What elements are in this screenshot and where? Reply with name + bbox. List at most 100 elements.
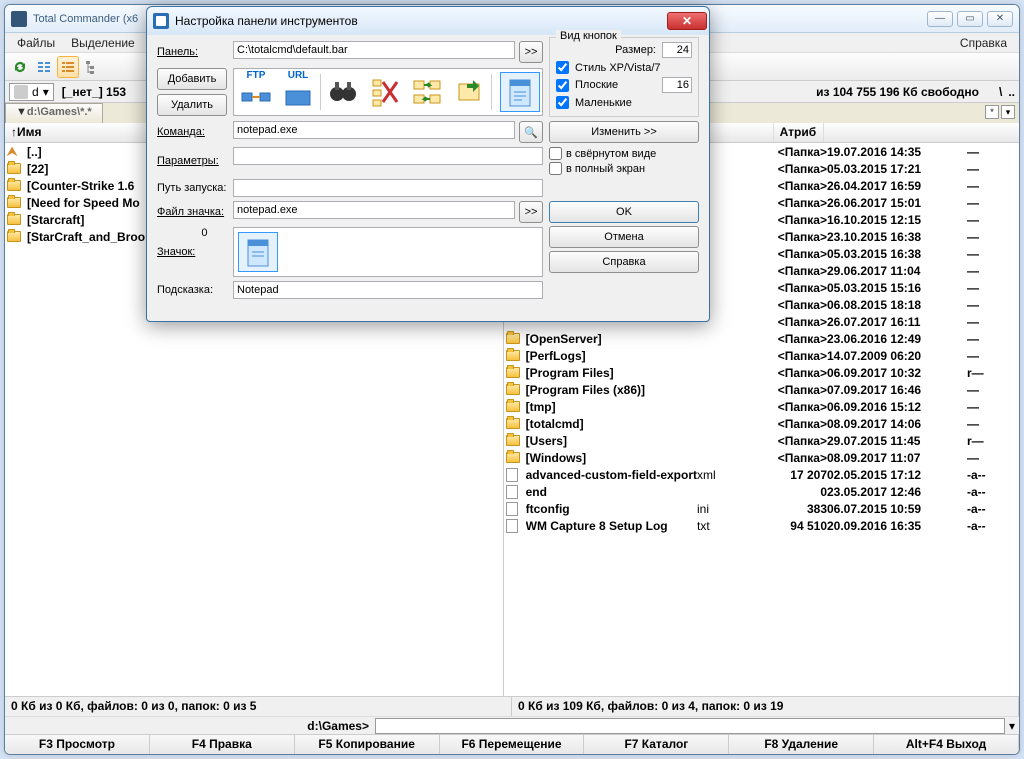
fkey-button[interactable]: F8 Удаление	[729, 735, 874, 754]
list-item[interactable]: [tmp]<Папка>06.09.2016 15:12—	[504, 398, 1019, 415]
menu-selection[interactable]: Выделение	[63, 34, 143, 52]
group-legend: Вид кнопок	[556, 30, 621, 42]
flat-size-input[interactable]	[662, 77, 692, 93]
change-button[interactable]: Изменить >>	[549, 121, 699, 143]
command-browse-button[interactable]: 🔍	[519, 121, 543, 143]
close-button[interactable]: ✕	[987, 11, 1013, 27]
list-item[interactable]: [PerfLogs]<Папка>14.07.2009 06:20—	[504, 347, 1019, 364]
notepad-icon[interactable]	[500, 72, 540, 112]
list-item[interactable]: [Users]<Папка>29.07.2015 11:45r—	[504, 432, 1019, 449]
command-input[interactable]	[233, 121, 515, 139]
list-item[interactable]: ftconfigini38306.07.2015 10:59-a--	[504, 500, 1019, 517]
list-item[interactable]: [OpenServer]<Папка>23.06.2016 12:49—	[504, 330, 1019, 347]
col-attr[interactable]: Атриб	[774, 123, 824, 142]
menu-help[interactable]: Справка	[952, 34, 1015, 52]
icon-preview-list[interactable]	[233, 227, 543, 277]
binoculars-icon[interactable]	[323, 72, 363, 112]
folder-icon	[7, 196, 23, 210]
list-item[interactable]: [Program Files (x86)]<Папка>07.09.2017 1…	[504, 381, 1019, 398]
list-item[interactable]: advanced-custom-field-exportxml17 20702.…	[504, 466, 1019, 483]
cmdline-input[interactable]	[375, 718, 1005, 734]
command-label: Команда:	[157, 126, 227, 138]
hint-input[interactable]	[233, 281, 543, 299]
size-label: Размер:	[615, 44, 656, 56]
drive-selector[interactable]: d ▾	[9, 83, 54, 101]
folder-icon	[506, 366, 522, 380]
list-item[interactable]: end023.05.2017 12:46-a--	[504, 483, 1019, 500]
style-xp-checkbox[interactable]	[556, 61, 569, 74]
params-input[interactable]	[233, 147, 543, 165]
minimize-button[interactable]: —	[927, 11, 953, 27]
status-right: 0 Кб из 109 Кб, файлов: 0 из 4, папок: 0…	[512, 697, 1019, 716]
fkey-button[interactable]: F3 Просмотр	[5, 735, 150, 754]
icon-label: Значок:	[157, 246, 195, 258]
fkey-button[interactable]: F5 Копирование	[295, 735, 440, 754]
brief-view-icon[interactable]	[33, 56, 55, 78]
iconfile-input[interactable]	[233, 201, 515, 219]
drive-icon	[14, 85, 28, 99]
iconfile-browse-button[interactable]: >>	[519, 201, 543, 223]
drive-path-root: \	[999, 85, 1002, 99]
tab-left[interactable]: ▼d:\Games\*.*	[5, 103, 103, 123]
add-button[interactable]: Добавить	[157, 68, 227, 90]
list-item[interactable]: [Windows]<Папка>08.09.2017 11:07—	[504, 449, 1019, 466]
fkey-button[interactable]: F4 Правка	[150, 735, 295, 754]
toolbar-preview[interactable]: FTP URL	[233, 68, 543, 116]
save-icon	[153, 13, 169, 29]
folder-icon	[506, 349, 522, 363]
list-item[interactable]: WM Capture 8 Setup Logtxt94 51020.09.201…	[504, 517, 1019, 534]
tree-icon[interactable]	[81, 56, 103, 78]
fullscreen-checkbox[interactable]	[549, 162, 562, 175]
dialog-titlebar: Настройка панели инструментов ✕	[147, 7, 709, 35]
size-input[interactable]	[662, 42, 692, 58]
refresh-icon[interactable]	[9, 56, 31, 78]
sync-dirs-icon[interactable]	[407, 72, 447, 112]
status-bar: 0 Кб из 0 Кб, файлов: 0 из 0, папок: 0 и…	[5, 696, 1019, 716]
small-checkbox[interactable]	[556, 96, 569, 109]
hint-label: Подсказка:	[157, 284, 227, 296]
help-button[interactable]: Справка	[549, 251, 699, 273]
ftp-icon[interactable]: FTP	[236, 72, 276, 112]
app-icon	[11, 11, 27, 27]
panel-browse-button[interactable]: >>	[519, 41, 543, 63]
menu-files[interactable]: Файлы	[9, 34, 63, 52]
copy-names-icon[interactable]	[449, 72, 489, 112]
flat-checkbox[interactable]	[556, 79, 569, 92]
iconfile-label: Файл значка:	[157, 206, 227, 218]
url-icon[interactable]: URL	[278, 72, 318, 112]
panel-label: Панель:	[157, 46, 227, 58]
collapsed-label: в свёрнутом виде	[566, 148, 656, 160]
file-icon	[506, 519, 522, 533]
cancel-button[interactable]: Отмена	[549, 226, 699, 248]
cmdline-dropdown-icon[interactable]: ▾	[1005, 719, 1019, 733]
rename-tool-icon[interactable]	[365, 72, 405, 112]
flat-label: Плоские	[575, 79, 618, 91]
panel-path-input[interactable]	[233, 41, 515, 59]
fkey-button[interactable]: F7 Каталог	[584, 735, 729, 754]
status-left: 0 Кб из 0 Кб, файлов: 0 из 0, папок: 0 и…	[5, 697, 512, 716]
ok-button[interactable]: OK	[549, 201, 699, 223]
delete-button[interactable]: Удалить	[157, 94, 227, 116]
startpath-input[interactable]	[233, 179, 543, 197]
list-item[interactable]: [Program Files]<Папка>06.09.2017 10:32r—	[504, 364, 1019, 381]
full-view-icon[interactable]	[57, 56, 79, 78]
fkey-button[interactable]: F6 Перемещение	[440, 735, 585, 754]
tab-dropdown-icon[interactable]: ▾	[1001, 105, 1015, 119]
fullscreen-label: в полный экран	[566, 163, 645, 175]
fkey-button[interactable]: Alt+F4 Выход	[874, 735, 1019, 754]
drive-label: [_нет_]	[62, 85, 103, 99]
collapsed-checkbox[interactable]	[549, 147, 562, 160]
command-line: d:\Games> ▾	[5, 716, 1019, 734]
list-item[interactable]: [totalcmd]<Папка>08.09.2017 14:06—	[504, 415, 1019, 432]
button-view-group: Вид кнопок Размер: Стиль XP/Vista/7 Плос…	[549, 37, 699, 117]
tab-star-icon[interactable]: *	[985, 105, 999, 119]
drive-letter: d	[32, 85, 39, 99]
function-keys: F3 ПросмотрF4 ПравкаF5 КопированиеF6 Пер…	[5, 734, 1019, 754]
startpath-label: Путь запуска:	[157, 182, 227, 194]
icon-preview-0[interactable]	[238, 232, 278, 272]
dialog-close-button[interactable]: ✕	[667, 12, 707, 30]
maximize-button[interactable]: ▭	[957, 11, 983, 27]
folder-icon: ⮝	[7, 145, 23, 159]
toolbar-config-dialog: Настройка панели инструментов ✕ Панель: …	[146, 6, 710, 322]
folder-icon	[506, 451, 522, 465]
